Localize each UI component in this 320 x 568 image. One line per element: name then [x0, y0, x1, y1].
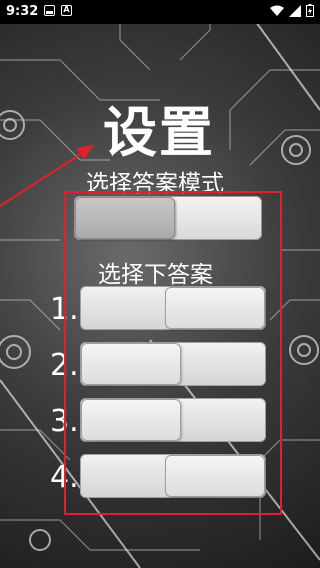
- page-title: 设置: [103, 101, 215, 164]
- text-notification-icon: A: [61, 5, 72, 16]
- status-time: 9:32: [6, 4, 39, 19]
- system-icons: [270, 4, 314, 17]
- signal-icon: [289, 4, 301, 17]
- wifi-icon: [270, 5, 284, 16]
- status-bar: 9:32 A: [0, 0, 320, 24]
- battery-icon: [306, 4, 314, 17]
- gallery-icon: [44, 5, 55, 16]
- annotation-highlight-box: [64, 191, 282, 515]
- notification-icons: A: [44, 5, 72, 16]
